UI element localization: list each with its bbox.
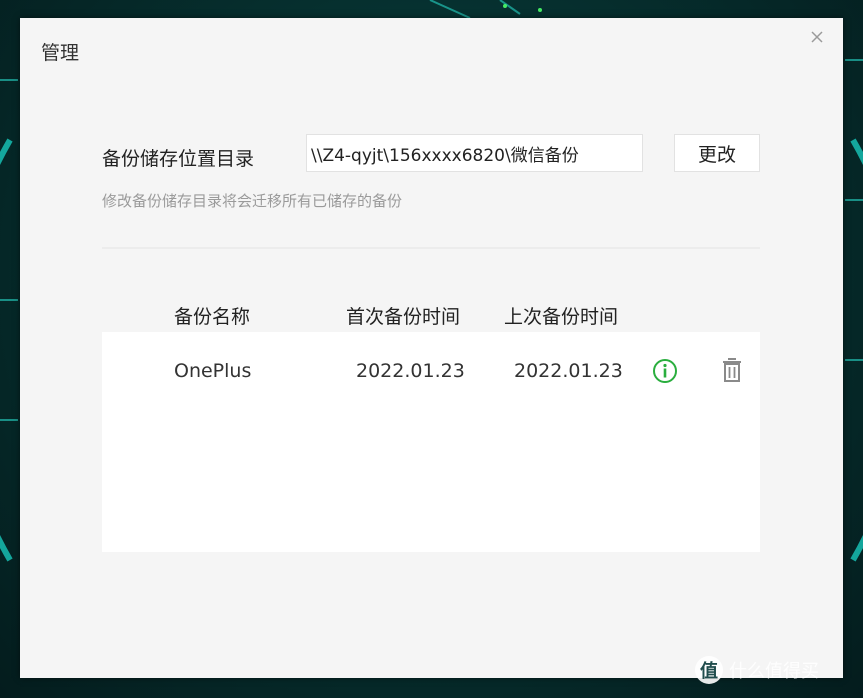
backup-name-cell: OnePlus <box>174 360 252 382</box>
storage-hint-text: 修改备份储存目录将会迁移所有已储存的备份 <box>102 192 403 210</box>
watermark-text: 什么值得买 <box>729 661 819 682</box>
close-icon[interactable] <box>809 30 825 46</box>
divider <box>102 247 760 249</box>
last-backup-time-cell: 2022.01.23 <box>514 360 623 382</box>
column-header-first-backup-time: 首次备份时间 <box>346 306 461 328</box>
column-header-last-backup-time: 上次备份时间 <box>504 306 619 328</box>
column-header-backup-name: 备份名称 <box>174 306 251 328</box>
trash-icon[interactable] <box>720 356 744 384</box>
storage-directory-label: 备份储存位置目录 <box>102 148 255 170</box>
storage-path-input[interactable] <box>306 134 643 172</box>
info-icon[interactable] <box>652 358 678 384</box>
dialog-title: 管理 <box>41 42 80 64</box>
backup-list: OnePlus 2022.01.23 2022.01.23 <box>102 332 760 552</box>
watermark: 值 什么值得买 <box>695 656 819 684</box>
first-backup-time-cell: 2022.01.23 <box>356 360 465 382</box>
backup-manage-dialog: 管理 备份储存位置目录 更改 修改备份储存目录将会迁移所有已储存的备份 备份名称… <box>20 18 843 678</box>
watermark-logo: 值 <box>695 656 723 684</box>
change-directory-button[interactable]: 更改 <box>674 134 760 172</box>
